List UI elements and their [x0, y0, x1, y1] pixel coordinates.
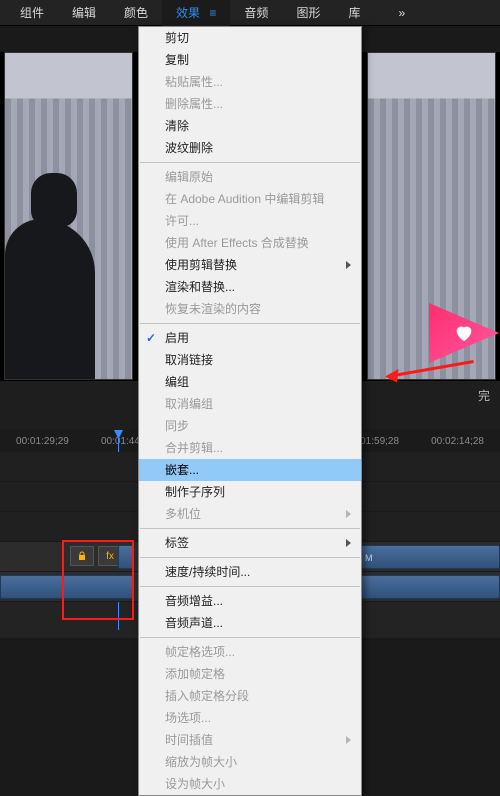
- clip[interactable]: [118, 545, 134, 569]
- menu-item: 添加帧定格: [139, 663, 361, 685]
- menu-item: 场选项...: [139, 707, 361, 729]
- menu-item[interactable]: 音频声道...: [139, 612, 361, 634]
- menu-item-label: 嵌套...: [165, 463, 199, 477]
- menu-item[interactable]: 制作子序列: [139, 481, 361, 503]
- menu-effects-label: 效果: [176, 6, 200, 20]
- menu-item-label: 删除属性...: [165, 97, 223, 111]
- menu-item-label: 剪切: [165, 31, 189, 45]
- menu-separator: [140, 586, 360, 587]
- heart-icon: [453, 322, 475, 344]
- menu-item: 帧定格选项...: [139, 641, 361, 663]
- menu-item[interactable]: 复制: [139, 49, 361, 71]
- time-tick: 00:02:14;28: [415, 436, 500, 447]
- menu-item-label: 复制: [165, 53, 189, 67]
- menu-indicator: ≡: [209, 6, 216, 20]
- menu-item-label: 波纹删除: [165, 141, 213, 155]
- menu-item-label: 编辑原始: [165, 170, 213, 184]
- menu-edit[interactable]: 编辑: [58, 0, 110, 26]
- menu-item-label: 设为帧大小: [165, 777, 225, 791]
- menu-item-label: 在 Adobe Audition 中编辑剪辑: [165, 192, 324, 206]
- menu-item: 缩放为帧大小: [139, 751, 361, 773]
- menu-item-label: 速度/持续时间...: [165, 565, 250, 579]
- menu-item[interactable]: 速度/持续时间...: [139, 561, 361, 583]
- menu-item: 恢复未渲染的内容: [139, 298, 361, 320]
- menu-item-label: 取消编组: [165, 397, 213, 411]
- menu-audio[interactable]: 音频: [230, 0, 282, 26]
- menu-item-label: 同步: [165, 419, 189, 433]
- menu-item-label: 恢复未渲染的内容: [165, 302, 261, 316]
- menu-item[interactable]: 剪切: [139, 27, 361, 49]
- menu-item-label: 渲染和替换...: [165, 280, 235, 294]
- menu-item[interactable]: ✓ 启用: [139, 327, 361, 349]
- clip[interactable]: [0, 575, 134, 599]
- menu-item: 插入帧定格分段: [139, 685, 361, 707]
- menu-item-label: 添加帧定格: [165, 667, 225, 681]
- menu-item: 合并剪辑...: [139, 437, 361, 459]
- menu-item[interactable]: 清除: [139, 115, 361, 137]
- check-icon: ✓: [146, 330, 156, 346]
- menu-separator: [140, 557, 360, 558]
- menu-item[interactable]: 波纹删除: [139, 137, 361, 159]
- fit-label: 完: [478, 387, 490, 404]
- menu-item-label: 标签: [165, 536, 189, 550]
- clip[interactable]: [360, 575, 500, 599]
- menu-item[interactable]: 标签: [139, 532, 361, 554]
- menu-item-label: 使用 After Effects 合成替换: [165, 236, 309, 250]
- menu-item-label: 插入帧定格分段: [165, 689, 249, 703]
- preview-right: [367, 52, 496, 380]
- menu-separator: [140, 323, 360, 324]
- menu-item[interactable]: 嵌套...: [139, 459, 361, 481]
- menu-item-label: 清除: [165, 119, 189, 133]
- menu-item-label: 帧定格选项...: [165, 645, 235, 659]
- menu-item[interactable]: 音频增益...: [139, 590, 361, 612]
- menu-item: 粘贴属性...: [139, 71, 361, 93]
- menu-item: 使用 After Effects 合成替换: [139, 232, 361, 254]
- menu-item: 时间插值: [139, 729, 361, 751]
- menu-item: 删除属性...: [139, 93, 361, 115]
- menu-item[interactable]: 渲染和替换...: [139, 276, 361, 298]
- menubar: 组件 编辑 颜色 效果 ≡ 音频 图形 库 »: [0, 0, 500, 26]
- clip[interactable]: M: [360, 545, 500, 569]
- menu-item-label: 缩放为帧大小: [165, 755, 237, 769]
- menu-item-label: 启用: [165, 331, 189, 345]
- menu-more[interactable]: »: [384, 0, 419, 26]
- menu-item-label: 使用剪辑替换: [165, 258, 237, 272]
- menu-item: 许可...: [139, 210, 361, 232]
- menu-item-label: 许可...: [165, 214, 199, 228]
- preview-subject: [5, 219, 95, 379]
- menu-item: 设为帧大小: [139, 773, 361, 795]
- menu-item: 在 Adobe Audition 中编辑剪辑: [139, 188, 361, 210]
- menu-item-label: 音频声道...: [165, 616, 223, 630]
- menu-item[interactable]: 使用剪辑替换: [139, 254, 361, 276]
- preview-left: [4, 52, 133, 380]
- track-toggle-fx[interactable]: [70, 546, 94, 566]
- menu-item-label: 合并剪辑...: [165, 441, 223, 455]
- menu-item-label: 取消链接: [165, 353, 213, 367]
- menu-separator: [140, 528, 360, 529]
- menu-item-label: 时间插值: [165, 733, 213, 747]
- menu-item-label: 音频增益...: [165, 594, 223, 608]
- menu-item-label: 编组: [165, 375, 189, 389]
- lock-icon: [77, 551, 87, 561]
- menu-item: 编辑原始: [139, 166, 361, 188]
- menu-effects[interactable]: 效果 ≡: [162, 0, 230, 26]
- menu-item-label: 多机位: [165, 507, 201, 521]
- menu-item: 取消编组: [139, 393, 361, 415]
- time-tick: 00:01:29;29: [0, 436, 85, 447]
- menu-library[interactable]: 库: [334, 0, 374, 26]
- menu-item: 同步: [139, 415, 361, 437]
- menu-item-label: 场选项...: [165, 711, 211, 725]
- menu-graphics[interactable]: 图形: [282, 0, 334, 26]
- context-menu: 剪切复制粘贴属性... 删除属性... 清除波纹删除编辑原始在 Adobe Audi…: [138, 26, 362, 796]
- menu-color[interactable]: 颜色: [110, 0, 162, 26]
- menu-item-label: 制作子序列: [165, 485, 225, 499]
- menu-item[interactable]: 取消链接: [139, 349, 361, 371]
- menu-item: 多机位: [139, 503, 361, 525]
- menu-components[interactable]: 组件: [6, 0, 58, 26]
- menu-item[interactable]: 编组: [139, 371, 361, 393]
- menu-item-label: 粘贴属性...: [165, 75, 223, 89]
- menu-separator: [140, 162, 360, 163]
